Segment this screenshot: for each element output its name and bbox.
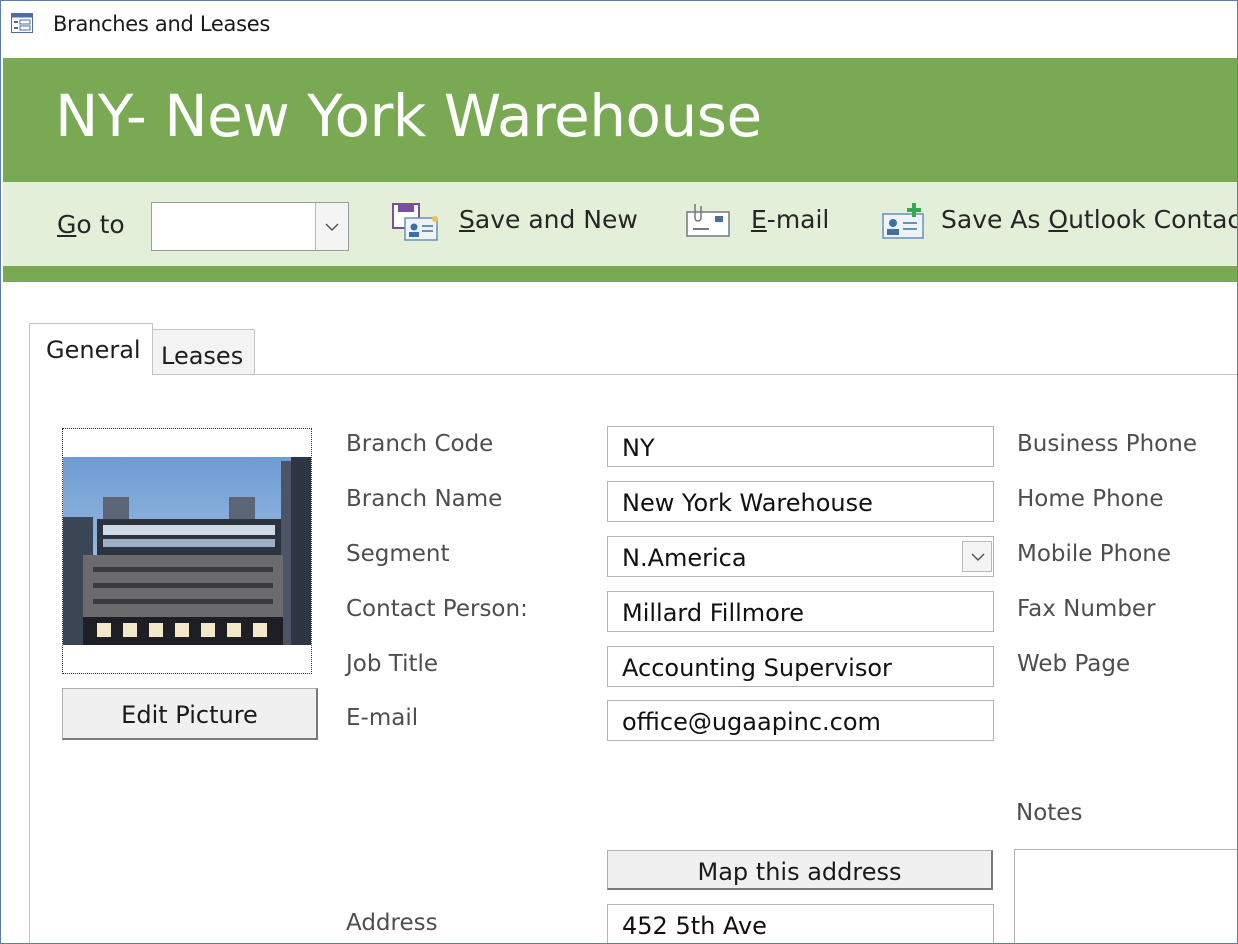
address-field[interactable]: 452 5th Ave (607, 904, 994, 943)
segment-combobox[interactable]: N.America (607, 536, 994, 577)
form-window: Branches and Leases NY- New York Warehou… (0, 0, 1238, 944)
business-phone-label: Business Phone (1017, 431, 1197, 457)
contact-person-field[interactable]: Millard Fillmore (607, 591, 994, 632)
save-and-new-button[interactable]: Save and New (391, 192, 638, 248)
tab-page-border (29, 374, 30, 943)
form-icon (11, 13, 33, 33)
segment-value: N.America (622, 544, 747, 572)
branch-code-value: NY (622, 434, 655, 462)
edit-picture-button[interactable]: Edit Picture (62, 688, 318, 740)
email-button[interactable]: E-mail (683, 192, 833, 248)
address-label: Address (346, 910, 438, 936)
segment-label: Segment (346, 541, 450, 567)
job-title-field[interactable]: Accounting Supervisor (607, 646, 994, 687)
building-image (63, 457, 311, 645)
tab-general[interactable]: General (29, 323, 153, 375)
window-title: Branches and Leases (53, 12, 271, 36)
tab-divider (29, 374, 1237, 375)
map-address-button[interactable]: Map this address (607, 850, 993, 890)
chevron-down-icon[interactable] (315, 203, 348, 250)
save-new-icon (391, 202, 441, 246)
branch-name-value: New York Warehouse (622, 489, 873, 517)
outlook-contact-label: Save As Outlook Contact (941, 205, 1238, 234)
notes-label: Notes (1016, 800, 1083, 826)
email-field-label: E-mail (346, 705, 419, 731)
branch-name-label: Branch Name (346, 486, 503, 512)
email-icon (683, 202, 733, 246)
email-field[interactable]: office@ugaapinc.com (607, 700, 994, 741)
save-and-new-label: Save and New (459, 205, 638, 234)
toolbar: Go to Save and New E-mail Save As Outloo… (3, 182, 1238, 266)
goto-combobox[interactable] (151, 202, 349, 251)
form-header: NY- New York Warehouse (3, 58, 1237, 182)
tab-leases[interactable]: Leases (153, 329, 255, 375)
save-as-outlook-contact-button[interactable]: Save As Outlook Contact (879, 192, 1238, 248)
job-title-value: Accounting Supervisor (622, 654, 892, 682)
mobile-phone-label: Mobile Phone (1017, 541, 1172, 567)
toolbar-divider (3, 266, 1237, 282)
branch-name-field[interactable]: New York Warehouse (607, 481, 994, 522)
page-title: NY- New York Warehouse (55, 82, 762, 150)
title-bar: Branches and Leases (1, 1, 1237, 49)
goto-label: Go to (57, 210, 125, 239)
email-label: E-mail (751, 205, 830, 234)
job-title-label: Job Title (346, 651, 439, 677)
contact-person-label: Contact Person: (346, 596, 528, 622)
home-phone-label: Home Phone (1017, 486, 1164, 512)
email-value: office@ugaapinc.com (622, 708, 881, 736)
branch-picture[interactable] (62, 428, 312, 674)
notes-field[interactable] (1014, 849, 1237, 943)
web-page-label: Web Page (1017, 651, 1131, 677)
address-value: 452 5th Ave (622, 912, 767, 940)
outlook-contact-icon (879, 202, 929, 246)
branch-code-label: Branch Code (346, 431, 494, 457)
contact-person-value: Millard Fillmore (622, 599, 804, 627)
branch-code-field[interactable]: NY (607, 426, 994, 467)
chevron-down-icon[interactable] (962, 541, 992, 572)
fax-number-label: Fax Number (1017, 596, 1156, 622)
